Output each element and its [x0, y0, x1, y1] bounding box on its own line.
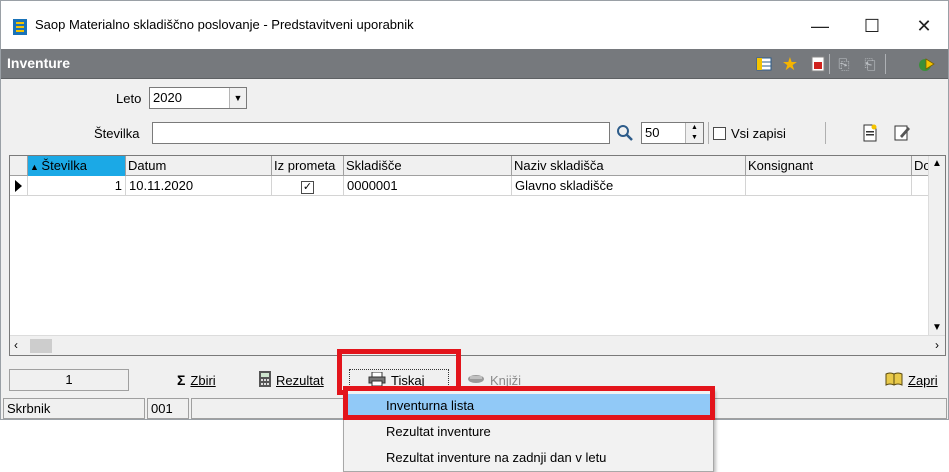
- application-window: Saop Materialno skladiščno poslovanje - …: [0, 0, 949, 420]
- column-header-skladisce[interactable]: Skladišče: [344, 156, 512, 176]
- table-row[interactable]: 1 10.11.2020 ✓ 0000001 Glavno skladišče: [10, 176, 945, 196]
- exit-icon[interactable]: [917, 55, 935, 73]
- inventory-grid[interactable]: ▲ Številka Datum Iz prometa Skladišče Na…: [9, 155, 946, 356]
- new-document-icon[interactable]: [861, 124, 879, 142]
- spinner-buttons[interactable]: ▲ ▼: [685, 123, 703, 143]
- leto-select[interactable]: 2020 ▼: [149, 87, 247, 109]
- cell-datum: 10.11.2020: [126, 176, 272, 196]
- horizontal-scrollbar[interactable]: ‹ ›: [10, 335, 945, 355]
- iz-prometa-checkbox[interactable]: ✓: [301, 181, 314, 194]
- scroll-right-icon[interactable]: ›: [935, 338, 939, 352]
- maximize-button[interactable]: ☐: [849, 11, 895, 41]
- status-user: Skrbnik: [3, 398, 145, 419]
- pdf-icon[interactable]: [809, 55, 827, 73]
- record-count: 1: [9, 369, 129, 391]
- cell-stevilka: 1: [28, 176, 126, 196]
- annotation-highlight-inventurna-lista: [343, 386, 715, 420]
- paste-icon[interactable]: ⎗: [861, 55, 879, 73]
- star-icon[interactable]: ★: [781, 54, 799, 74]
- sort-ascending-icon: ▲: [30, 162, 42, 172]
- chevron-down-icon[interactable]: ▼: [229, 88, 246, 108]
- column-header-konsignant[interactable]: Konsignant: [746, 156, 912, 176]
- column-header-stevilka[interactable]: ▲ Številka: [28, 156, 126, 176]
- cell-naziv: Glavno skladišče: [512, 176, 746, 196]
- calculator-icon: [259, 370, 271, 390]
- scroll-up-icon[interactable]: ▲: [929, 158, 945, 169]
- close-book-icon: [885, 371, 903, 390]
- minimize-button[interactable]: —: [797, 11, 843, 41]
- zbiri-button[interactable]: Σ Zbiri: [177, 369, 216, 391]
- title-bar: Saop Materialno skladiščno poslovanje - …: [1, 1, 948, 49]
- leto-value: 2020: [153, 90, 182, 105]
- header-band: Inventure ★ ⎘ ⎗: [1, 49, 948, 79]
- zapri-button[interactable]: Zapri: [885, 369, 938, 391]
- stevilka-label: Številka: [94, 126, 140, 141]
- menu-item-rezultat-inventure[interactable]: Rezultat inventure: [346, 420, 711, 444]
- limit-value: 50: [645, 125, 660, 140]
- column-header-iz-prometa[interactable]: Iz prometa: [272, 156, 344, 176]
- vsi-zapisi-label: Vsi zapisi: [731, 126, 786, 141]
- scroll-left-icon[interactable]: ‹: [14, 338, 18, 352]
- grid-header: ▲ Številka Datum Iz prometa Skladišče Na…: [10, 156, 945, 176]
- row-pointer-icon: [10, 176, 28, 196]
- grid-icon[interactable]: [755, 55, 773, 73]
- cell-iz-prometa[interactable]: ✓: [272, 176, 344, 196]
- copy-icon[interactable]: ⎘: [835, 55, 853, 73]
- stevilka-input[interactable]: [152, 122, 610, 144]
- edit-document-icon[interactable]: [893, 124, 911, 142]
- column-header-datum[interactable]: Datum: [126, 156, 272, 176]
- column-header-naziv[interactable]: Naziv skladišča: [512, 156, 746, 176]
- rezultat-button[interactable]: Rezultat: [259, 369, 324, 391]
- search-icon[interactable]: [616, 124, 634, 142]
- scroll-down-icon[interactable]: ▼: [929, 322, 945, 333]
- sigma-icon: Σ: [177, 372, 186, 388]
- vsi-zapisi-checkbox[interactable]: [713, 127, 726, 140]
- horizontal-scroll-thumb[interactable]: [30, 339, 52, 353]
- close-button[interactable]: ✕: [901, 11, 947, 41]
- vertical-scrollbar[interactable]: ▲ ▼: [928, 156, 945, 335]
- menu-item-rezultat-zadnji-dan[interactable]: Rezultat inventure na zadnji dan v letu: [346, 446, 711, 470]
- window-title: Saop Materialno skladiščno poslovanje - …: [35, 17, 414, 32]
- cell-konsignant: [746, 176, 912, 196]
- status-code: 001: [147, 398, 189, 419]
- limit-spinner[interactable]: 50 ▲ ▼: [641, 122, 704, 144]
- row-indicator-header: [10, 156, 28, 176]
- cell-skladisce: 0000001: [344, 176, 512, 196]
- leto-label: Leto: [116, 91, 142, 106]
- page-title: Inventure: [7, 55, 71, 71]
- app-icon: [13, 19, 27, 35]
